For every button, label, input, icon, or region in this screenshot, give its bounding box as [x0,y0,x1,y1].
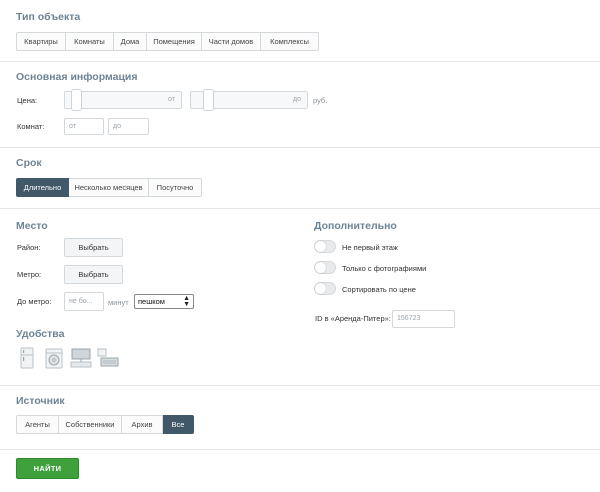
washing-machine-icon[interactable] [43,347,65,369]
toggle-knob [315,283,326,294]
fridge-icon[interactable] [16,347,38,369]
object-type-premises[interactable]: Помещения [147,32,202,51]
price-label: Цена: [17,96,38,105]
object-type-house-parts[interactable]: Части домов [202,32,261,51]
price-from-placeholder: от [168,96,175,103]
price-to-placeholder: до [293,96,301,103]
object-type-rooms[interactable]: Комнаты [66,32,114,51]
transport-select[interactable]: пешком ▲ ▼ [134,294,194,309]
term-daily[interactable]: Посуточно [149,178,202,197]
to-metro-input[interactable]: не бо... [64,292,104,311]
toggle-knob [315,262,326,273]
toggle-not-first-floor[interactable] [314,240,336,253]
object-type-complexes[interactable]: Комплексы [261,32,319,51]
price-to-slider[interactable]: до [190,89,308,111]
source-group: Агенты Собственники Архив Все [16,415,194,434]
source-archive[interactable]: Архив [122,415,163,434]
price-from-handle[interactable] [71,89,82,111]
divider [0,385,600,386]
toggle-not-first-floor-label: Не первый этаж [342,243,398,252]
divider [0,147,600,148]
select-arrows-icon: ▲ ▼ [183,295,190,308]
toggle-sort-by-price[interactable] [314,282,336,295]
rooms-to-input[interactable]: до [108,118,149,135]
toggle-with-photos-label: Только с фотографиями [342,264,427,273]
rooms-label: Комнат: [17,122,45,131]
object-type-houses[interactable]: Дома [114,32,147,51]
currency-label: руб. [313,96,328,105]
term-long[interactable]: Длительно [16,178,69,197]
id-input[interactable]: 156723 [392,310,455,328]
place-title: Место [16,220,48,232]
toggle-sort-by-price-label: Сортировать по цене [342,285,416,294]
toggle-knob [315,241,326,252]
to-metro-label: До метро: [17,297,52,306]
term-several-months[interactable]: Несколько месяцев [69,178,149,197]
term-group: Длительно Несколько месяцев Посуточно [16,178,202,197]
basic-info-title: Основная информация [16,71,138,83]
find-button[interactable]: НАЙТИ [16,458,79,479]
term-title: Срок [16,157,42,169]
divider [0,449,600,450]
divider [0,208,600,209]
source-all[interactable]: Все [163,415,194,434]
furniture-icon[interactable] [97,347,119,369]
district-select-button[interactable]: Выбрать [64,238,123,257]
object-type-apartments[interactable]: Квартиры [16,32,66,51]
price-from-slider[interactable]: от [64,89,182,111]
metro-label: Метро: [17,270,42,279]
source-title: Источник [16,395,65,407]
tv-furniture-icon[interactable] [70,347,92,369]
minutes-label: минут [108,298,129,307]
price-to-handle[interactable] [203,89,214,111]
object-type-group: Квартиры Комнаты Дома Помещения Части до… [16,32,319,51]
id-label: ID в «Аренда-Питер»: [315,314,391,323]
transport-value: пешком [138,297,165,306]
metro-select-button[interactable]: Выбрать [64,265,123,284]
rooms-from-input[interactable]: от [64,118,104,135]
district-label: Район: [17,243,41,252]
source-agents[interactable]: Агенты [16,415,59,434]
source-owners[interactable]: Собственники [59,415,122,434]
divider [0,61,600,62]
object-type-title: Тип объекта [16,11,81,23]
amenities-title: Удобства [16,328,65,340]
toggle-with-photos[interactable] [314,261,336,274]
additional-title: Дополнительно [314,220,397,232]
